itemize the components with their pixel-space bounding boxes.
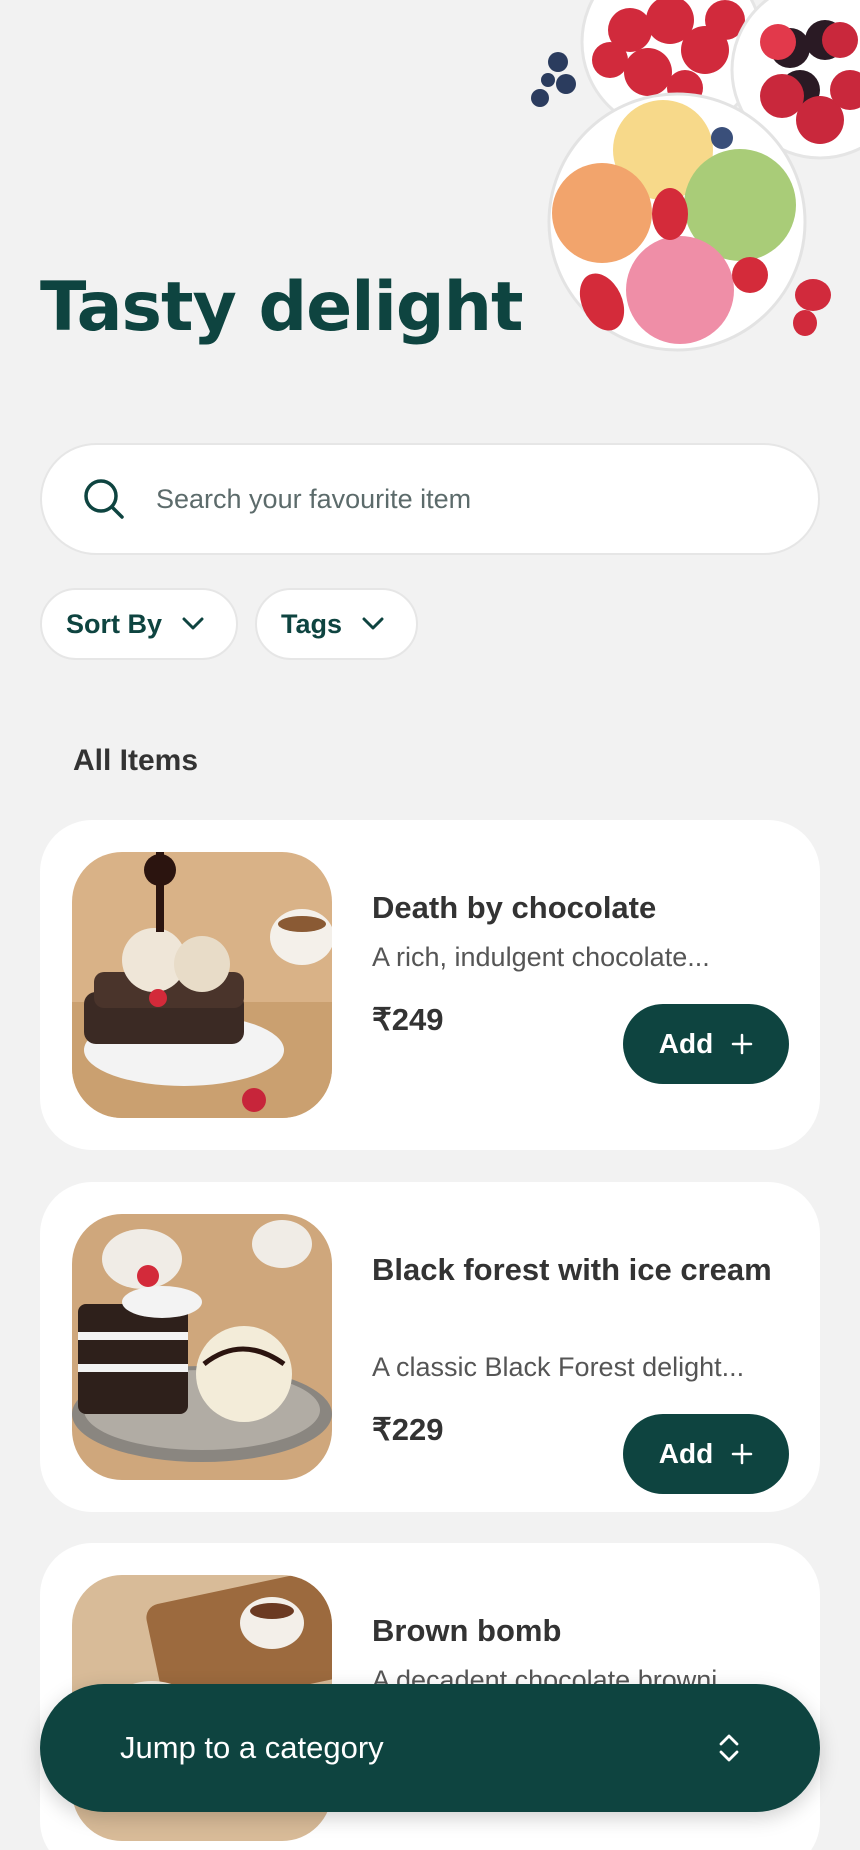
plus-icon: [731, 1033, 753, 1055]
item-name: Brown bomb: [372, 1613, 562, 1648]
sort-by-dropdown[interactable]: Sort By: [40, 588, 238, 660]
jump-to-category-label: Jump to a category: [120, 1730, 384, 1765]
item-price: ₹249: [372, 1002, 444, 1037]
search-input[interactable]: [156, 483, 716, 515]
chevron-down-icon: [362, 617, 384, 630]
page-title: Tasty delight: [40, 268, 523, 347]
tags-label: Tags: [281, 608, 343, 639]
add-button[interactable]: Add: [623, 1004, 789, 1084]
chevron-down-icon: [182, 617, 204, 630]
add-button-label: Add: [658, 1028, 714, 1059]
item-name: Black forest with ice cream: [372, 1252, 772, 1287]
tags-dropdown[interactable]: Tags: [255, 588, 418, 660]
add-button-label: Add: [658, 1438, 714, 1469]
item-description: A classic Black Forest delight...: [372, 1352, 745, 1382]
menu-item-card[interactable]: Black forest with ice cream A classic Bl…: [40, 1182, 820, 1512]
item-image: [72, 1214, 332, 1480]
item-price: ₹229: [372, 1412, 444, 1447]
jump-to-category-button[interactable]: Jump to a category: [40, 1684, 820, 1812]
plus-icon: [731, 1443, 753, 1465]
item-image: [72, 852, 332, 1118]
search-icon: [84, 479, 124, 519]
menu-item-card[interactable]: Death by chocolate A rich, indulgent cho…: [40, 820, 820, 1150]
hero-dessert-image: [520, 0, 860, 360]
add-button[interactable]: Add: [623, 1414, 789, 1494]
section-title: All Items: [73, 744, 199, 777]
sort-by-label: Sort By: [66, 608, 163, 639]
chevron-up-down-icon: [719, 1734, 739, 1762]
search-bar[interactable]: [40, 443, 820, 555]
item-description: A rich, indulgent chocolate...: [372, 942, 710, 972]
item-name: Death by chocolate: [372, 890, 657, 925]
